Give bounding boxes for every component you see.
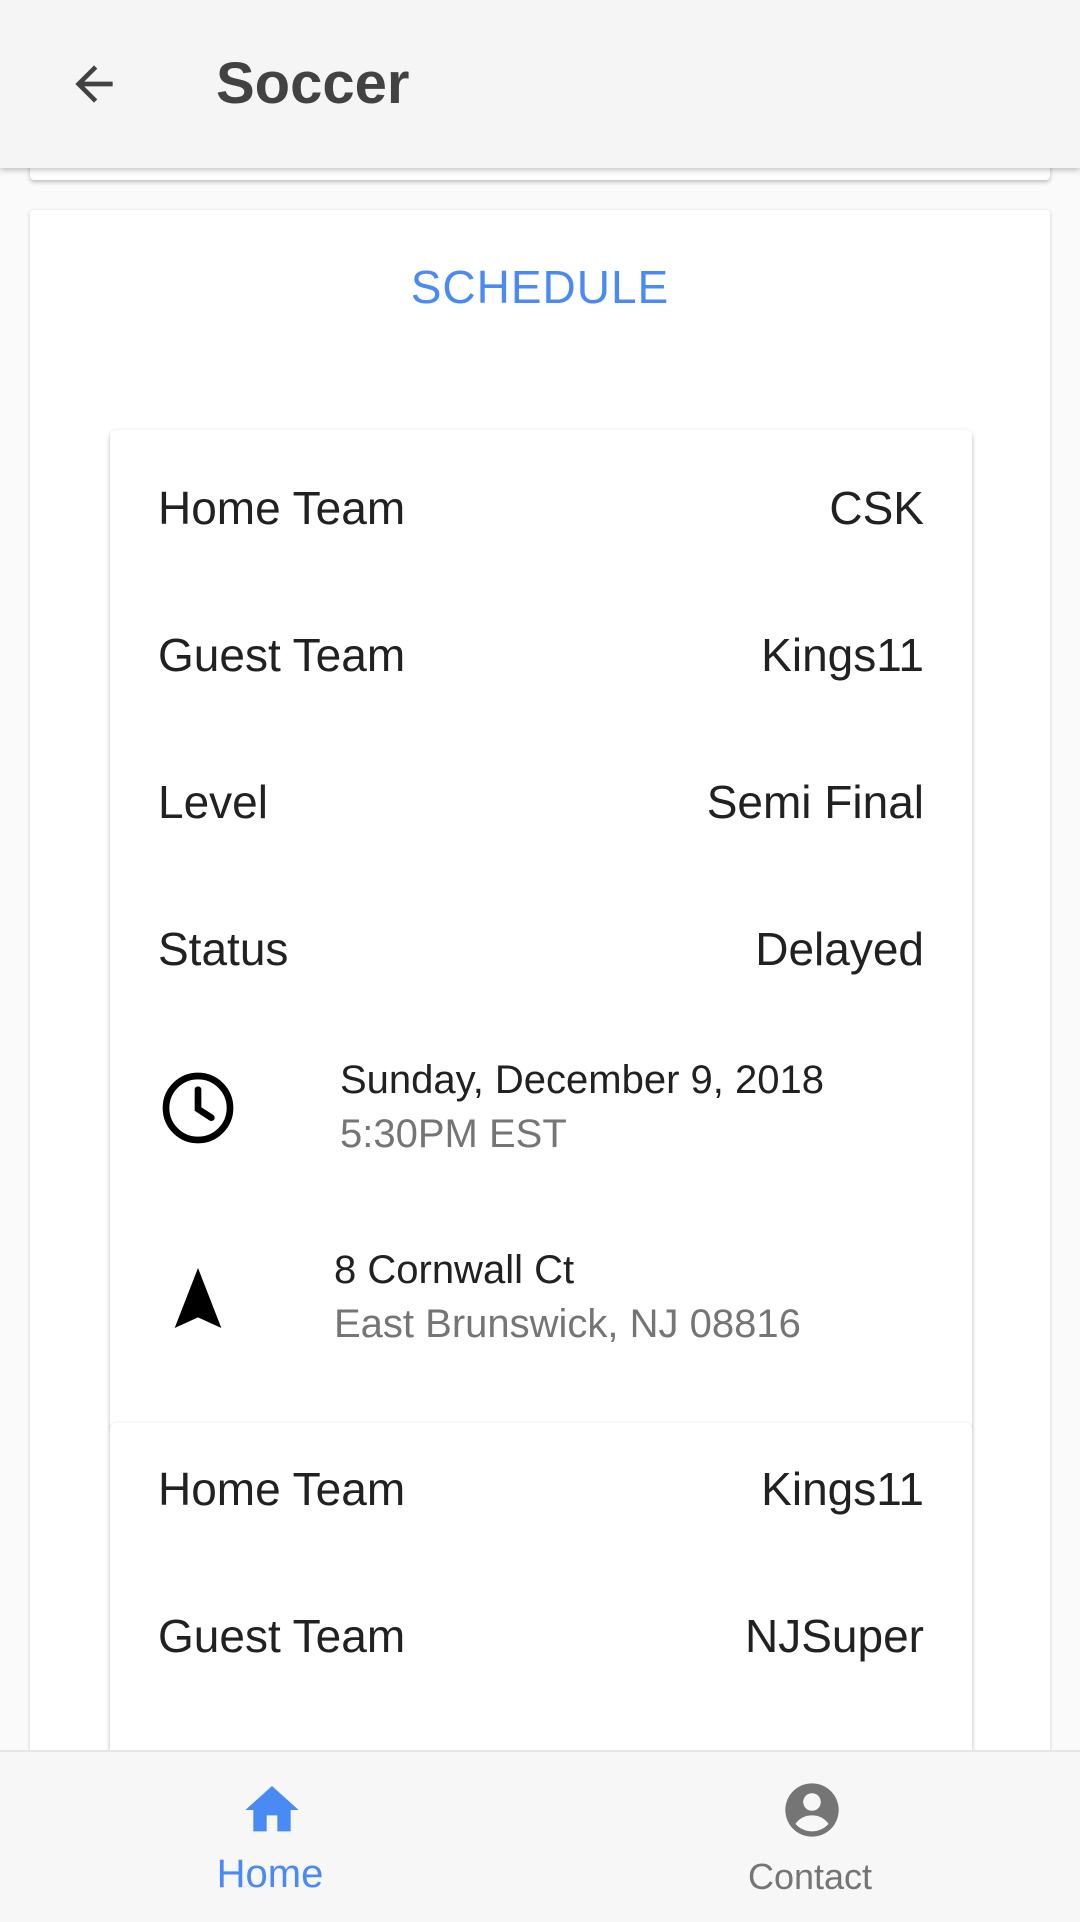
back-button[interactable]: [54, 44, 134, 124]
page-title: Soccer: [216, 51, 410, 116]
schedule-card: SCHEDULE Home Team CSK Guest Team Kings1…: [30, 210, 1050, 1810]
guest-team-label: Guest Team: [158, 1610, 406, 1662]
nav-contact[interactable]: Contact: [660, 1752, 960, 1922]
app-bar: Soccer: [0, 0, 1080, 168]
guest-team-label: Guest Team: [158, 629, 406, 681]
home-team-label: Home Team: [158, 1463, 406, 1515]
guest-team-value: NJSuper: [745, 1610, 924, 1662]
address-line1: 8 Cornwall Ct: [334, 1248, 575, 1292]
guest-team-row: Guest Team NJSuper: [158, 1606, 924, 1666]
arrow-back-icon: [75, 65, 113, 103]
bottom-navigation: Home Contact: [0, 1750, 1080, 1922]
nav-home-label: Home: [216, 1852, 324, 1896]
guest-team-row: Guest Team Kings11: [158, 625, 924, 685]
account-circle-icon: [785, 1783, 839, 1837]
game-card[interactable]: Home Team CSK Guest Team Kings11 Level S…: [110, 430, 972, 1430]
nav-contact-label: Contact: [747, 1856, 873, 1897]
home-icon: [245, 1786, 299, 1832]
status-row: Status Delayed: [158, 919, 924, 979]
navigation-icon: [174, 1268, 222, 1328]
guest-team-value: Kings11: [761, 629, 924, 681]
level-row: Level Semi Final: [158, 772, 924, 832]
status-label: Status: [158, 923, 289, 975]
location-row[interactable]: 8 Cornwall Ct East Brunswick, NJ 08816: [158, 1240, 924, 1350]
level-value: Semi Final: [706, 776, 924, 828]
game-date: Sunday, December 9, 2018: [340, 1058, 825, 1102]
status-value: Delayed: [755, 923, 924, 975]
game-time: 5:30PM EST: [340, 1112, 567, 1156]
home-team-row: Home Team CSK: [158, 478, 924, 538]
address-line2: East Brunswick, NJ 08816: [334, 1302, 801, 1346]
nav-home[interactable]: Home: [120, 1752, 420, 1922]
level-label: Level: [158, 776, 268, 828]
clock-icon: [162, 1072, 234, 1144]
home-team-value: CSK: [829, 482, 924, 534]
home-team-value: Kings11: [761, 1463, 924, 1515]
home-team-label: Home Team: [158, 482, 406, 534]
schedule-title[interactable]: SCHEDULE: [30, 260, 1050, 314]
home-team-row: Home Team Kings11: [158, 1459, 924, 1519]
datetime-row: Sunday, December 9, 2018 5:30PM EST: [158, 1050, 924, 1160]
